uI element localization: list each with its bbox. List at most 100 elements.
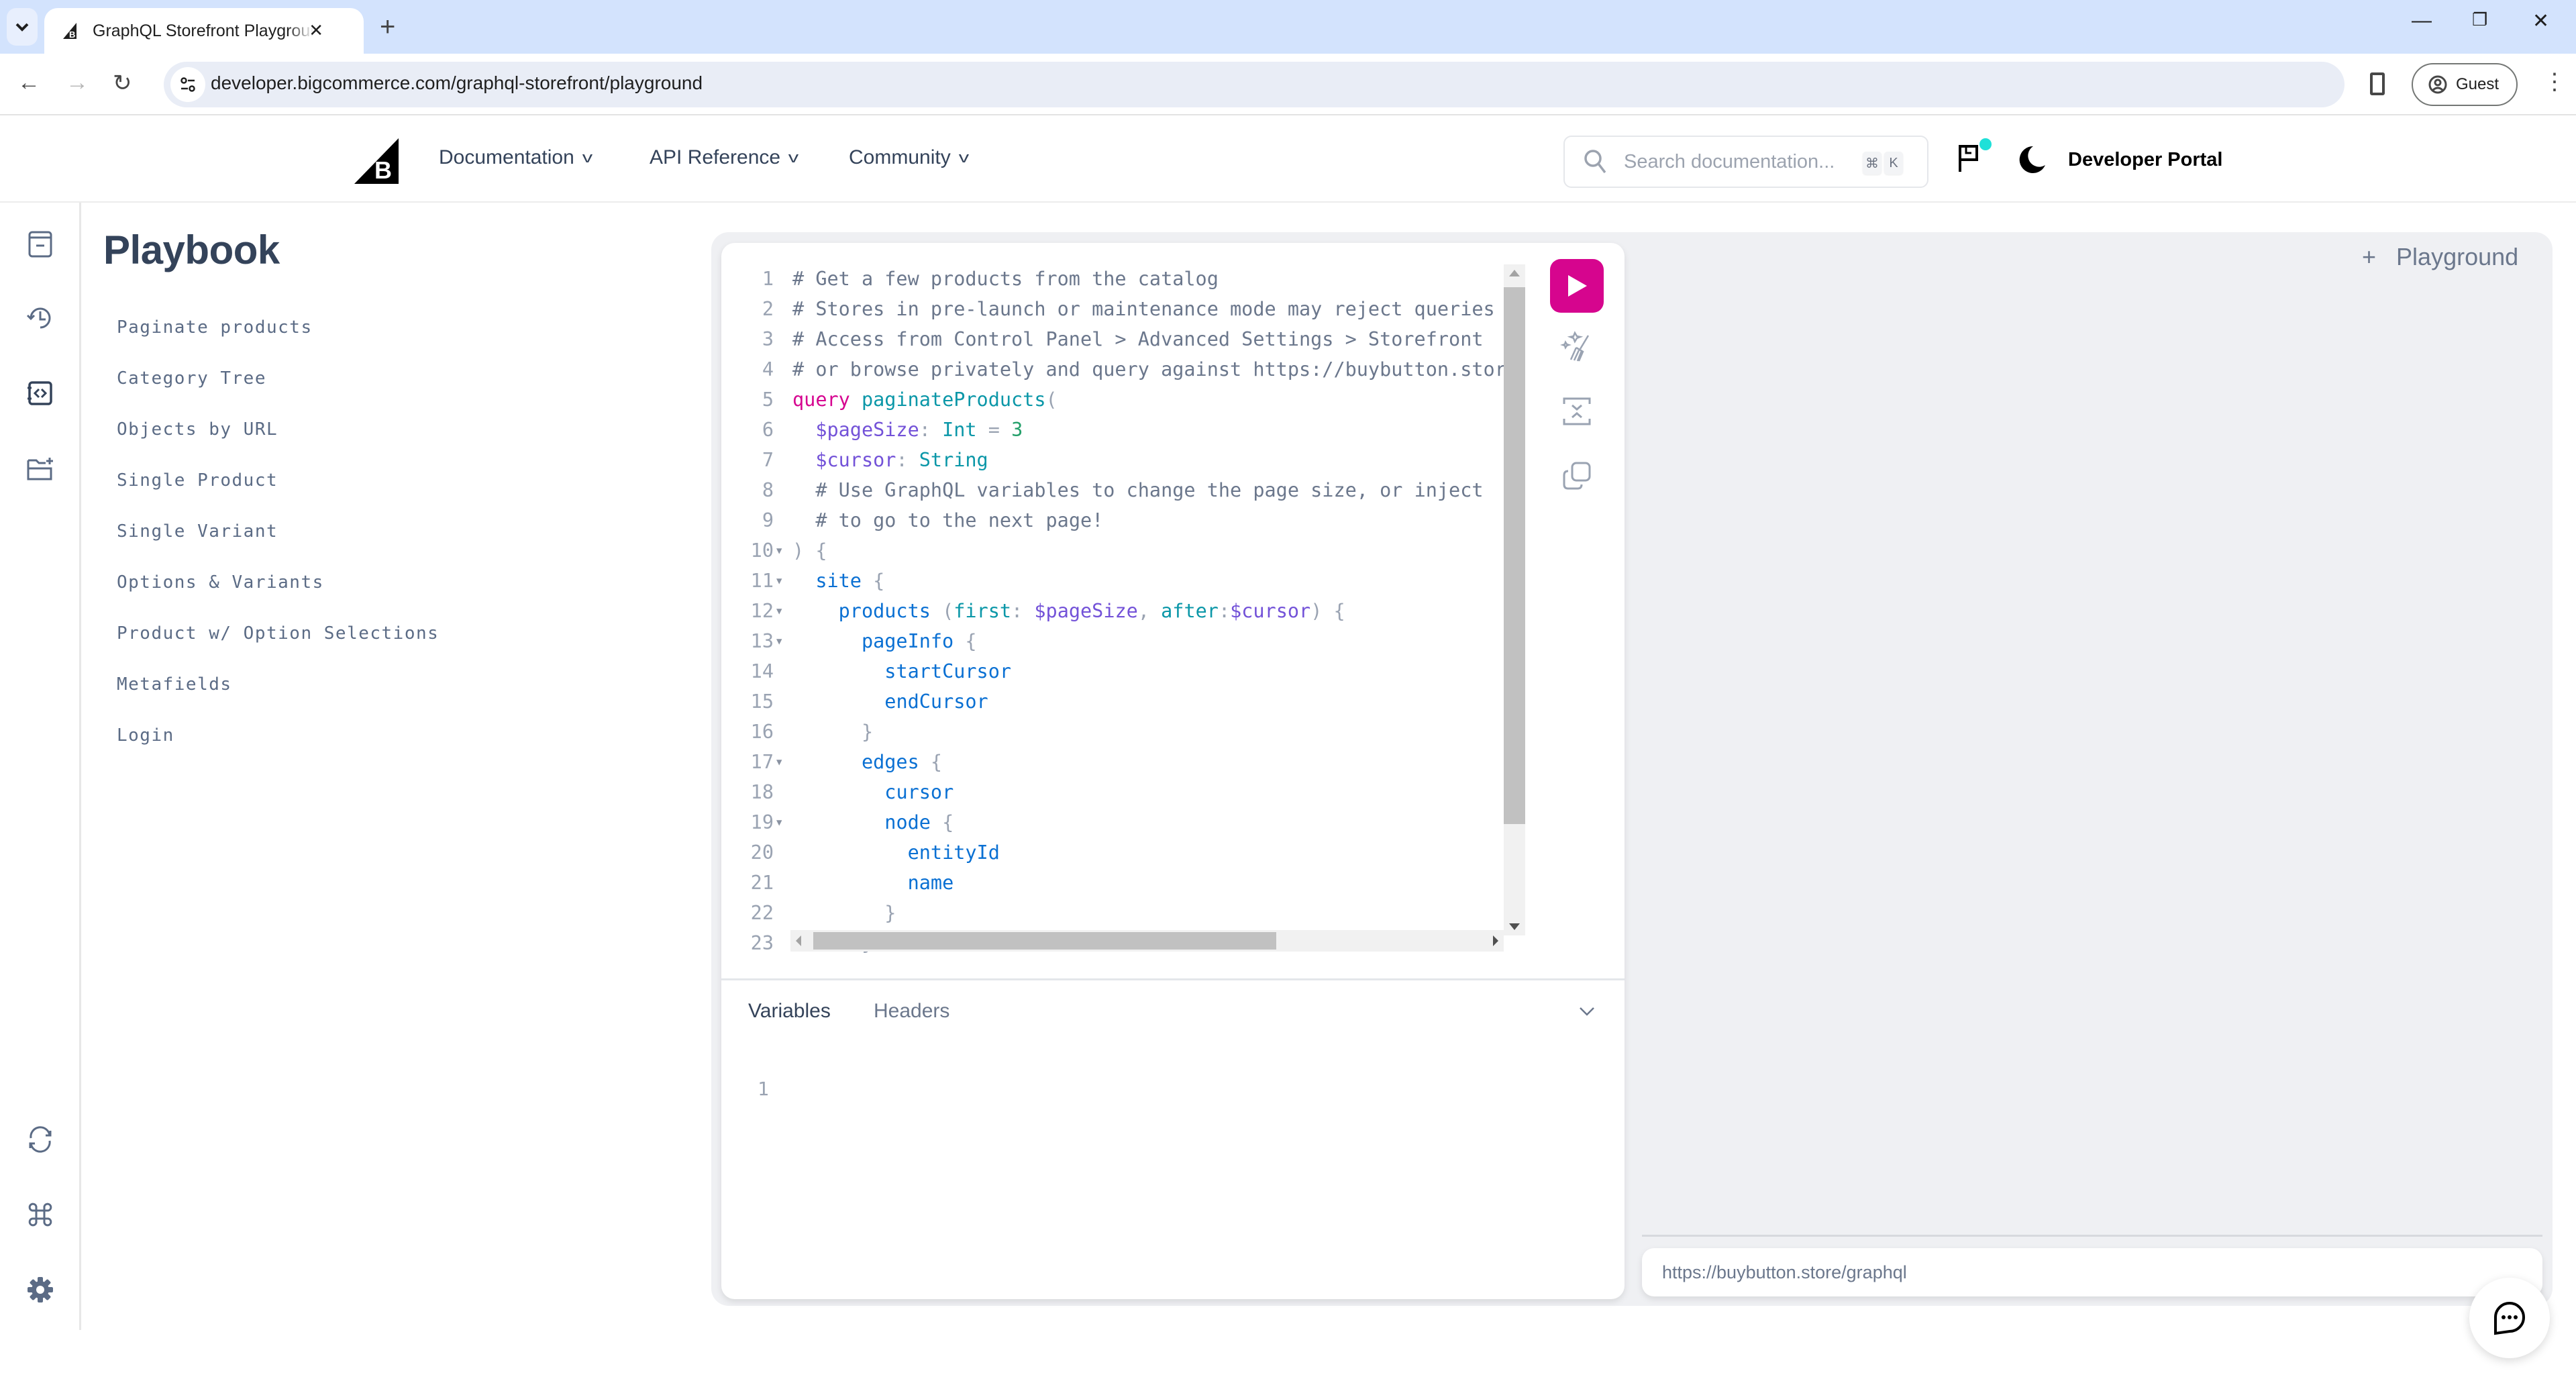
playbook-item[interactable]: Category Tree [117,366,439,417]
code-line[interactable]: 13 ▼ pageInfo { [721,627,1531,656]
code-line[interactable]: 22 } [721,899,1531,928]
code-line[interactable]: 20 entityId [721,838,1531,868]
scroll-left-arrow-icon[interactable] [796,935,801,946]
code-line[interactable]: 19 ▼ node { [721,808,1531,837]
developer-portal-link[interactable]: Developer Portal [2068,149,2222,171]
playbook-item[interactable]: Options & Variants [117,570,439,621]
back-icon[interactable]: ← [17,70,40,96]
code-line[interactable]: 21 name [721,868,1531,898]
docs-search[interactable]: Search documentation... ⌘ K [1563,136,1928,188]
restore-icon[interactable]: ❐ [2472,9,2487,30]
folder-add-icon[interactable] [25,454,55,483]
code-line[interactable]: 1 # Get a few products from the catalog [721,264,1531,294]
playbook-item[interactable]: Single Variant [117,519,439,570]
playbook-title: Playbook [103,227,280,272]
tab-search-button[interactable] [7,8,38,46]
browser-menu-icon[interactable]: ⋮ [2543,68,2566,95]
nav-api-reference[interactable]: API Reference v [650,146,798,169]
fold-toggle-icon[interactable]: ▼ [776,808,782,837]
fold-toggle-icon[interactable]: ▼ [776,566,782,596]
endpoint-url-input[interactable] [1642,1248,2542,1296]
fold-toggle-icon[interactable]: ▼ [776,597,782,626]
code-line[interactable]: 7 $cursor: String [721,446,1531,475]
line-number: 10 [750,540,774,562]
playbook-item[interactable]: Objects by URL [117,417,439,468]
chat-support-button[interactable] [2469,1278,2550,1358]
fold-toggle-icon[interactable]: ▼ [776,536,782,566]
code-line[interactable]: 4 # or browse privately and query against… [721,355,1531,385]
playbook-item[interactable]: Paginate products [117,315,439,366]
address-bar[interactable]: developer.bigcommerce.com/graphql-storef… [164,62,2345,107]
fold-toggle-icon[interactable]: ▼ [776,748,782,777]
tab-close-icon[interactable]: ✕ [309,20,323,41]
forward-icon[interactable]: → [66,70,89,96]
new-playground-tab[interactable]: + Playground [2362,243,2518,271]
chevron-down-icon: v [582,149,593,166]
nav-community[interactable]: Community v [849,146,969,169]
new-tab-button[interactable]: + [380,11,395,43]
line-number: 9 [762,509,774,531]
code-line[interactable]: 2 # Stores in pre-launch or maintenance m… [721,295,1531,324]
refresh-icon[interactable] [25,1125,55,1154]
playbook-item[interactable]: Metafields [117,672,439,723]
scrollbar-thumb[interactable] [1504,287,1525,824]
panel-divider[interactable] [721,978,1625,980]
history-icon[interactable] [25,303,55,333]
changelog-button[interactable] [1958,138,1992,177]
scrollbar-thumb[interactable] [813,932,1276,950]
run-query-button[interactable] [1550,259,1604,313]
archive-icon[interactable] [25,229,55,259]
profile-button[interactable]: Guest [2412,63,2518,106]
reload-icon[interactable]: ↻ [113,70,132,97]
code-token: # Get a few products from the catalog [792,268,1219,290]
code-line[interactable]: 10 ▼ ) { [721,536,1531,566]
code-line[interactable]: 9 # to go to the next page! [721,506,1531,535]
playbook-item[interactable]: Single Product [117,468,439,519]
code-line[interactable]: 8 # Use GraphQL variables to change the … [721,476,1531,505]
prettify-icon[interactable] [1560,330,1594,364]
merge-fragments-icon[interactable] [1560,395,1594,428]
scroll-down-arrow-icon[interactable] [1509,923,1520,930]
code-token: ( [1045,389,1058,411]
site-info-icon[interactable] [170,67,205,102]
code-line[interactable]: 12 ▼ products (first: $pageSize, after:$c… [721,597,1531,626]
code-token: ) { [792,540,827,562]
window-close-icon[interactable]: ✕ [2532,9,2549,33]
chevron-down-icon[interactable] [1577,1001,1597,1021]
tab-headers[interactable]: Headers [874,1000,949,1023]
query-editor[interactable]: 1 # Get a few products from the catalog 2 #… [721,259,1531,970]
playbook-item[interactable]: Login [117,723,439,774]
scroll-right-arrow-icon[interactable] [1493,935,1498,946]
bigcommerce-logo[interactable]: B [354,138,400,185]
browser-tab-active[interactable]: B GraphQL Storefront Playground ✕ [44,8,364,54]
command-icon[interactable] [25,1200,55,1229]
nav-documentation[interactable]: Documentation v [439,146,593,169]
code-line[interactable]: 16 } [721,717,1531,747]
playbook-item[interactable]: Product w/ Option Selections [117,621,439,672]
code-line[interactable]: 14 startCursor [721,657,1531,686]
code-line[interactable]: 11 ▼ site { [721,566,1531,596]
fold-toggle-icon[interactable]: ▼ [776,627,782,656]
settings-icon[interactable] [25,1275,55,1305]
editor-horizontal-scrollbar[interactable] [790,930,1504,952]
code-line[interactable]: 18 cursor [721,778,1531,807]
nav-api-reference-label: API Reference [650,146,781,168]
code-line[interactable]: 6 $pageSize: Int = 3 [721,415,1531,445]
minimize-icon[interactable]: — [2412,9,2432,32]
code-line[interactable]: 17 ▼ edges { [721,748,1531,777]
code-notebook-icon[interactable] [25,378,55,408]
dark-mode-toggle-icon[interactable] [2017,145,2047,174]
tab-variables[interactable]: Variables [748,1000,831,1023]
scroll-up-arrow-icon[interactable] [1509,270,1520,276]
code-line[interactable]: 5 query paginateProducts( [721,385,1531,415]
line-number: 18 [750,781,774,803]
editor-vertical-scrollbar[interactable] [1504,264,1525,935]
code-line[interactable]: 15 endCursor [721,687,1531,717]
code-token: $pageSize [815,419,919,441]
address-url[interactable]: developer.bigcommerce.com/graphql-storef… [211,72,703,94]
code-line[interactable]: 3 # Access from Control Panel > Advanced … [721,325,1531,354]
side-panel-icon[interactable] [2370,72,2385,95]
copy-icon[interactable] [1560,459,1594,493]
